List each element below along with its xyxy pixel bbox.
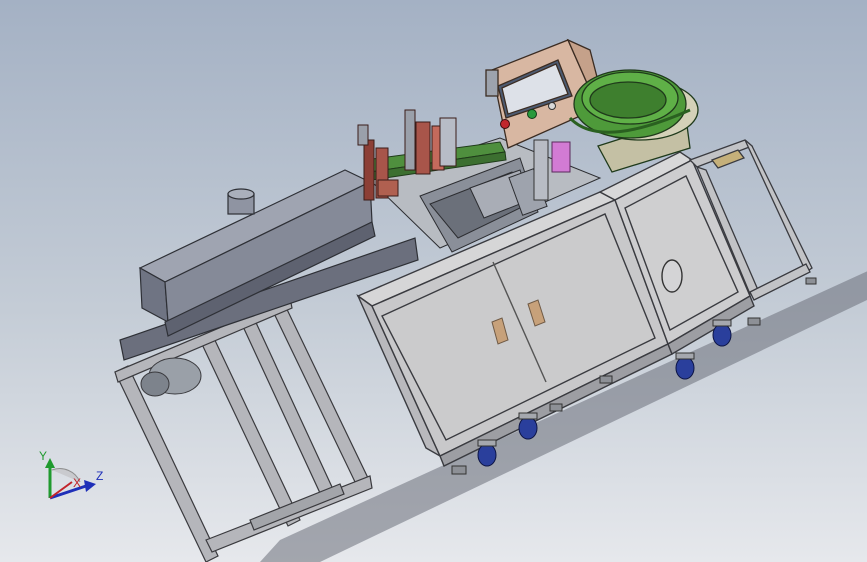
main-cabinet xyxy=(356,191,673,467)
triad-y-label: Y xyxy=(39,449,47,463)
actuator-right xyxy=(404,109,457,175)
magenta-cylinder xyxy=(551,141,571,173)
panel-post xyxy=(533,139,549,201)
triad-x-label: X xyxy=(73,476,81,490)
coordinate-triad: Y X Z xyxy=(39,449,103,500)
cad-viewport[interactable]: Y X Z xyxy=(0,0,867,562)
triad-z-label: Z xyxy=(96,469,103,483)
machine-assembly-model: Y X Z xyxy=(39,38,867,562)
